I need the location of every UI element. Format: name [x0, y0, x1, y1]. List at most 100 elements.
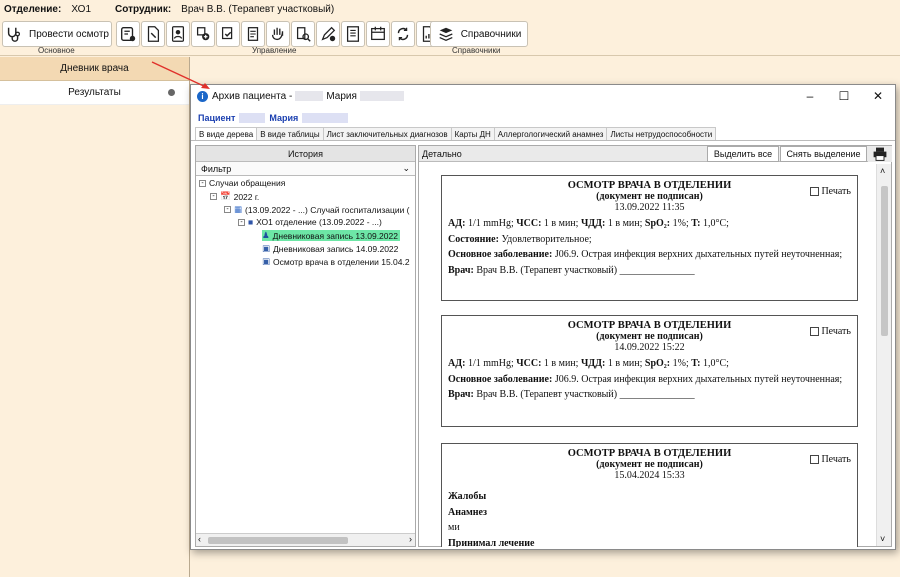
- ribbon-tool-7[interactable]: [266, 21, 290, 47]
- tab-tree[interactable]: В виде дерева: [195, 127, 258, 140]
- document-icon: ▣: [262, 256, 271, 266]
- complaints-label: Жалобы: [448, 491, 487, 502]
- card-title: ОСМОТР ВРАЧА В ОТДЕЛЕНИИ: [567, 320, 732, 331]
- tree-node[interactable]: - 📅 2022 г.: [210, 191, 259, 202]
- redacted-surname: [295, 91, 324, 101]
- detail-header: Детально Выделить все Снять выделение: [419, 146, 892, 162]
- ribbon-tool-11[interactable]: [366, 21, 390, 47]
- print-checkbox[interactable]: Печать: [810, 454, 851, 465]
- exam-card: Печать ОСМОТР ВРАЧА В ОТДЕЛЕНИИ (докумен…: [441, 443, 858, 547]
- card-title: ОСМОТР ВРАЧА В ОТДЕЛЕНИИ: [567, 448, 732, 459]
- ribbon-tool-8[interactable]: [291, 21, 315, 47]
- print-checkbox[interactable]: Печать: [810, 326, 851, 337]
- patient-list-icon: [121, 27, 136, 42]
- ribbon-tool-10[interactable]: [341, 21, 365, 47]
- hospital-bed-icon: ▦: [234, 204, 243, 214]
- anamnesis-label: Анамнез: [448, 506, 488, 518]
- reference-button-label: Справочники: [460, 28, 522, 40]
- ribbon-tool-6[interactable]: [241, 21, 265, 47]
- diagnosis-line: Основное заболевание: J06.9. Острая инфе…: [448, 249, 843, 260]
- vitals-line: АД: 1/1 mmHg; ЧСС: 1 в мин; ЧДД: 1 в мин…: [448, 358, 729, 369]
- info-icon: i: [197, 90, 208, 102]
- tab-allergy[interactable]: Аллергологический анамнез: [493, 127, 608, 140]
- exam-card: Печать ОСМОТР ВРАЧА В ОТДЕЛЕНИИ (докумен…: [441, 315, 858, 427]
- collapse-icon: -: [210, 193, 217, 200]
- card-datetime: 15.04.2024 15:33: [614, 470, 685, 481]
- history-header: История: [196, 146, 415, 162]
- department-value: ХО1: [71, 3, 92, 15]
- history-tree: - Случаи обращения - 📅 2022 г. - ▦ (13.09.202…: [196, 176, 415, 267]
- sync-icon: [397, 27, 409, 41]
- archive-tabs: В виде дерева В виде таблицы Лист заключ…: [191, 127, 895, 141]
- ribbon-tool-5[interactable]: [216, 21, 240, 47]
- detail-pane: Детально Выделить все Снять выделение Пе…: [418, 145, 892, 547]
- filter-dropdown[interactable]: Фильтр ⌄: [196, 162, 415, 176]
- department-label: Отделение:: [4, 3, 62, 15]
- ribbon-tool-2[interactable]: [141, 21, 165, 47]
- hand-icon: [271, 27, 284, 41]
- tab-final-diagnoses[interactable]: Лист заключительных диагнозов: [322, 127, 452, 140]
- scroll-down-icon[interactable]: ˅: [880, 534, 885, 544]
- patient-line: Пациент Мария: [191, 111, 895, 125]
- dialog-title-name: Мария: [326, 90, 357, 102]
- top-info-bar: Отделение: ХО1 Сотрудник: Врач В.В. (Тер…: [0, 0, 900, 18]
- document-add-icon: [196, 27, 210, 41]
- treatment-label: Принимал лечение: [448, 537, 535, 548]
- deselect-button[interactable]: Снять выделение: [780, 146, 867, 162]
- close-button[interactable]: ✕: [861, 85, 895, 107]
- background-strip: [190, 550, 900, 577]
- calendar-icon: [371, 26, 385, 41]
- tree-node[interactable]: - ■ ХО1 отделение (13.09.2022 - ...): [238, 217, 382, 227]
- ribbon-tool-3[interactable]: [166, 21, 190, 47]
- books-icon: [439, 27, 453, 41]
- minimize-button[interactable]: –: [793, 85, 827, 107]
- tree-node[interactable]: - Случаи обращения: [199, 178, 285, 188]
- calendar-icon: 📅: [220, 191, 231, 201]
- scroll-left-icon[interactable]: ‹: [198, 534, 201, 544]
- ribbon-tool-1[interactable]: [116, 21, 140, 47]
- group-manage-label: Управление: [252, 46, 297, 55]
- exam-button-label: Провести осмотр: [29, 28, 109, 40]
- report-icon: [346, 26, 360, 42]
- tree-node-selected[interactable]: ♟ Дневниковая запись 13.09.2022: [262, 230, 400, 241]
- person-card-icon: [171, 26, 185, 42]
- dialog-title: Архив пациента -: [212, 90, 293, 102]
- doctor-diary-header[interactable]: Дневник врача: [0, 57, 189, 81]
- collapse-icon: -: [224, 206, 231, 213]
- print-checkbox[interactable]: Печать: [810, 186, 851, 197]
- tab-sick-leave[interactable]: Листы нетрудоспособности: [606, 127, 717, 140]
- tree-node[interactable]: ▣ Осмотр врача в отделении 15.04.2: [262, 256, 410, 267]
- reference-button[interactable]: Справочники: [430, 21, 528, 47]
- tab-table[interactable]: В виде таблицы: [256, 127, 324, 140]
- vertical-scrollbar[interactable]: ˄ ˅: [876, 164, 891, 546]
- tab-dn-cards[interactable]: Карты ДН: [450, 127, 495, 140]
- redacted-patient-surname: [239, 113, 266, 123]
- horizontal-scrollbar[interactable]: ‹ ›: [196, 533, 415, 546]
- card-datetime: 14.09.2022 15:22: [614, 342, 685, 353]
- results-item[interactable]: Результаты: [0, 81, 189, 105]
- edit-pen-icon: [321, 26, 336, 42]
- print-icon[interactable]: [868, 146, 892, 162]
- card-subtitle: (документ не подписан): [596, 191, 703, 202]
- ribbon-tool-9[interactable]: [316, 21, 340, 47]
- ribbon-tool-4[interactable]: [191, 21, 215, 47]
- ribbon-tool-12[interactable]: [391, 21, 415, 47]
- maximize-button[interactable]: ☐: [827, 85, 861, 107]
- results-label: Результаты: [68, 87, 121, 98]
- document-icon: ▣: [262, 243, 271, 253]
- exam-button[interactable]: Провести осмотр: [2, 21, 112, 47]
- document-edit-icon: [147, 26, 160, 42]
- chevron-down-icon: ⌄: [402, 163, 410, 173]
- tree-node[interactable]: ▣ Дневниковая запись 14.09.2022: [262, 243, 398, 254]
- redacted-patronymic: [359, 91, 404, 101]
- notes-icon: [247, 27, 259, 41]
- select-all-button[interactable]: Выделить все: [707, 146, 779, 162]
- left-panel: Дневник врача Результаты: [0, 57, 190, 577]
- scroll-thumb[interactable]: [881, 186, 888, 336]
- scroll-right-icon[interactable]: ›: [409, 534, 412, 544]
- scroll-thumb[interactable]: [208, 537, 348, 544]
- exam-card: Печать ОСМОТР ВРАЧА В ОТДЕЛЕНИИ (докумен…: [441, 175, 858, 301]
- folder-icon: ■: [248, 217, 254, 227]
- tree-node[interactable]: - ▦ (13.09.2022 - ...) Случай госпитализац…: [224, 204, 410, 215]
- scroll-up-icon[interactable]: ˄: [880, 166, 885, 176]
